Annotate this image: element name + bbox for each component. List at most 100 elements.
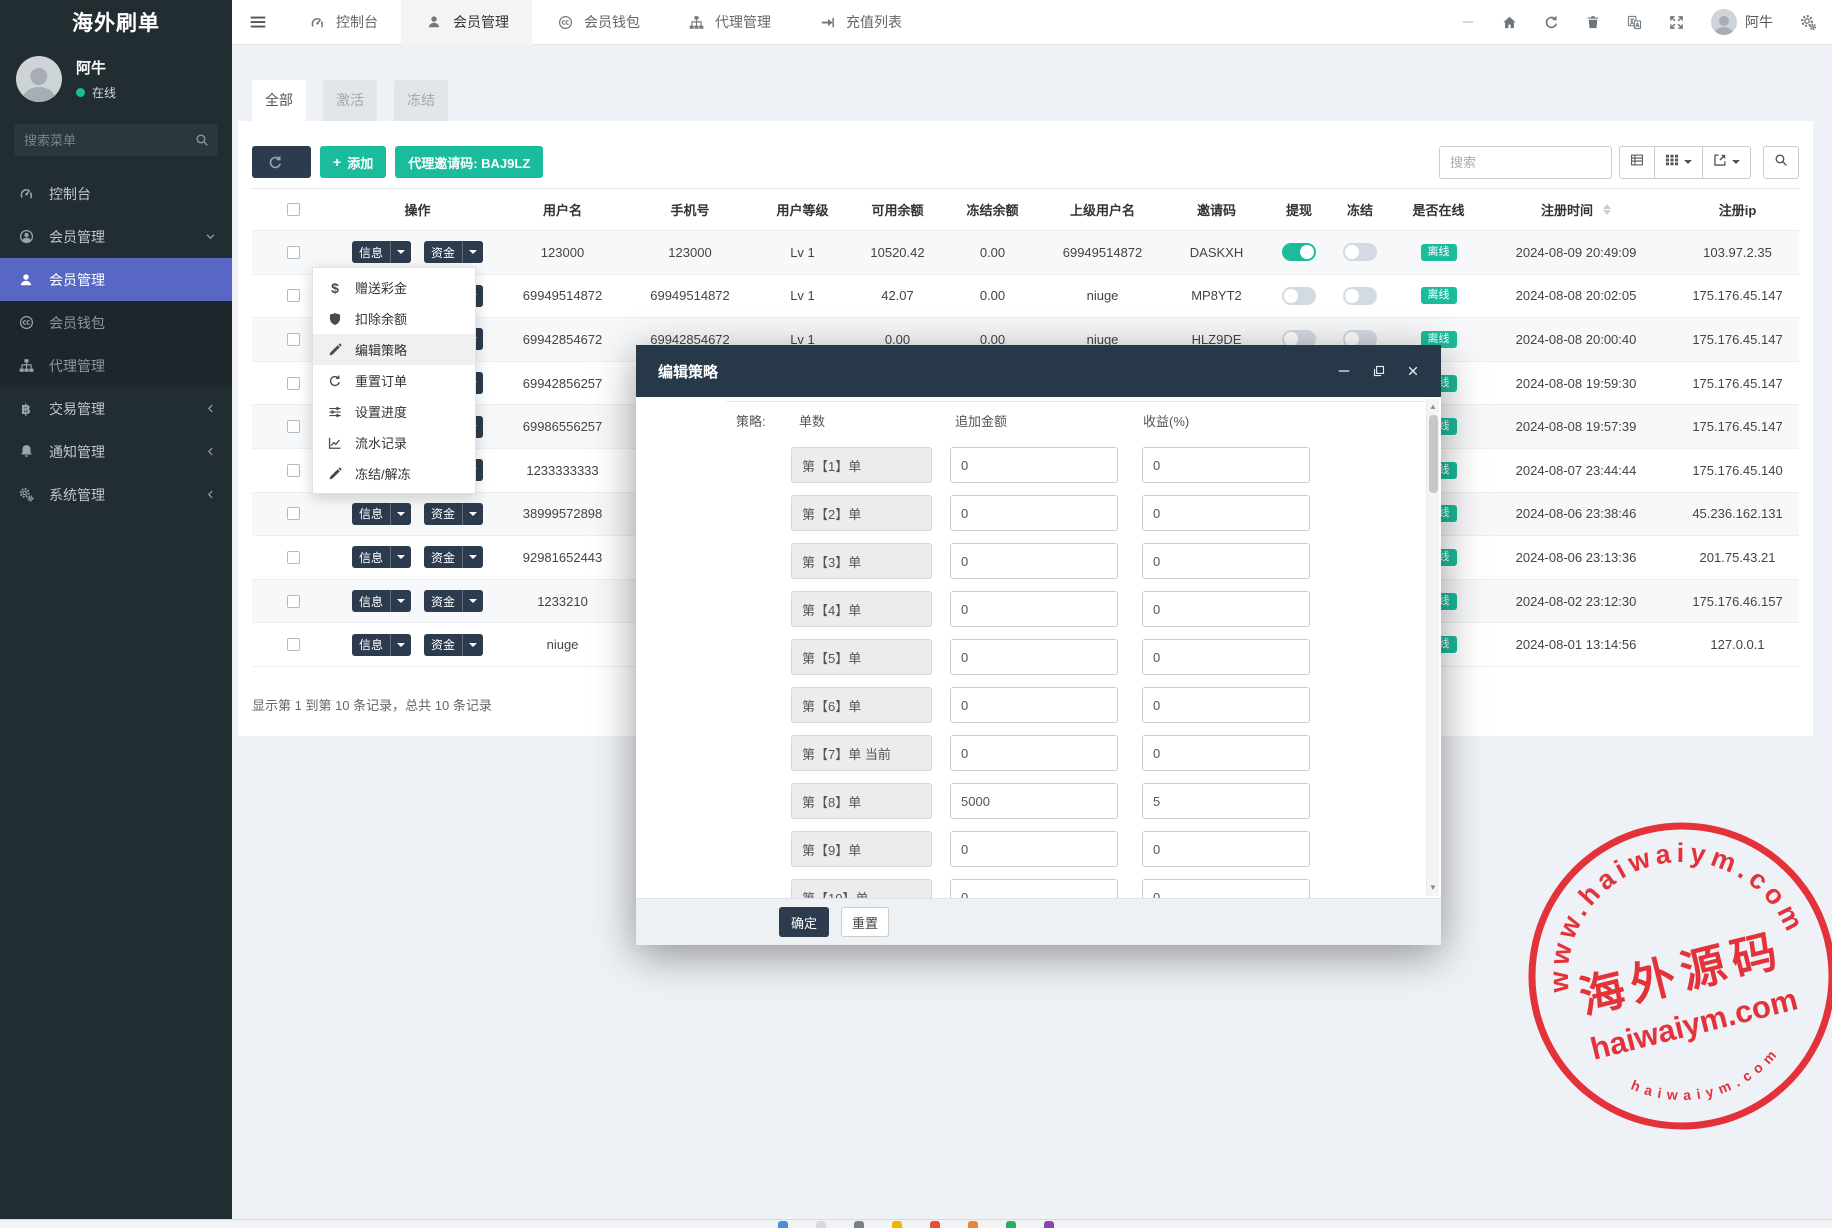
dropdown-item-5[interactable]: 流水记录 (313, 427, 475, 458)
confirm-button[interactable]: 确定 (779, 907, 829, 937)
row-checkbox[interactable] (287, 377, 300, 390)
home-icon[interactable] (1502, 15, 1517, 30)
profit-percent-input[interactable] (1142, 639, 1310, 675)
fund-button[interactable]: 资金 (424, 546, 483, 568)
columns-button[interactable] (1655, 146, 1703, 179)
close-icon[interactable] (1407, 365, 1419, 377)
dropdown-item-3[interactable]: 重置订单 (313, 365, 475, 396)
add-amount-input[interactable] (950, 879, 1118, 898)
sidebar-subitem-1[interactable]: 会员钱包 (0, 301, 232, 344)
minus-icon[interactable] (1461, 15, 1475, 29)
row-checkbox[interactable] (287, 551, 300, 564)
sort-icon[interactable] (1603, 204, 1611, 215)
profit-percent-input[interactable] (1142, 687, 1310, 723)
profit-percent-input[interactable] (1142, 831, 1310, 867)
add-amount-input[interactable] (950, 495, 1118, 531)
select-all-checkbox[interactable] (287, 203, 300, 216)
sidebar-item-0[interactable]: 控制台 (0, 172, 232, 215)
info-button[interactable]: 信息 (352, 546, 411, 568)
add-amount-input[interactable] (950, 831, 1118, 867)
hamburger-menu-icon[interactable] (232, 13, 284, 31)
freeze-toggle[interactable] (1343, 243, 1377, 261)
search-submit-button[interactable] (1763, 146, 1799, 179)
topnav-item-3[interactable]: 代理管理 (663, 0, 794, 45)
expand-icon[interactable] (1669, 15, 1684, 30)
topnav-item-1[interactable]: 会员管理 (401, 0, 532, 45)
sidebar-item-2[interactable]: ฿交易管理 (0, 387, 232, 430)
row-checkbox[interactable] (287, 595, 300, 608)
add-amount-input[interactable] (950, 783, 1118, 819)
fund-button[interactable]: 资金 (424, 590, 483, 612)
add-amount-input[interactable] (950, 447, 1118, 483)
taskbar-app-icon[interactable] (854, 1221, 864, 1228)
profit-percent-input[interactable] (1142, 879, 1310, 898)
profit-percent-input[interactable] (1142, 591, 1310, 627)
taskbar-app-icon[interactable] (1044, 1221, 1054, 1228)
modal-scrollbar[interactable]: ▲ ▼ (1426, 399, 1439, 896)
row-checkbox[interactable] (287, 333, 300, 346)
taskbar-app-icon[interactable] (930, 1221, 940, 1228)
row-checkbox[interactable] (287, 638, 300, 651)
scroll-up-icon[interactable]: ▲ (1427, 401, 1439, 413)
fund-button[interactable]: 资金 (424, 503, 483, 525)
withdraw-toggle[interactable] (1282, 243, 1316, 261)
info-button[interactable]: 信息 (352, 503, 411, 525)
agent-invite-code-button[interactable]: 代理邀请码: BAJ9LZ (395, 146, 543, 178)
topbar-user-menu[interactable]: 阿牛 (1711, 9, 1773, 35)
info-button[interactable]: 信息 (352, 590, 411, 612)
scroll-down-icon[interactable]: ▼ (1427, 882, 1439, 894)
table-search-input[interactable] (1439, 146, 1612, 179)
tab-0[interactable]: 全部 (252, 80, 306, 121)
toggle-view-button[interactable] (1619, 146, 1655, 179)
dropdown-item-2[interactable]: 编辑策略 (313, 334, 475, 365)
sidebar-search-input[interactable] (14, 124, 218, 156)
fund-button[interactable]: 资金 (424, 241, 483, 263)
export-button[interactable] (1703, 146, 1751, 179)
sidebar-subitem-0[interactable]: 会员管理 (0, 258, 232, 301)
profit-percent-input[interactable] (1142, 735, 1310, 771)
info-button[interactable]: 信息 (352, 241, 411, 263)
add-amount-input[interactable] (950, 687, 1118, 723)
row-checkbox[interactable] (287, 420, 300, 433)
minimize-icon[interactable] (1337, 364, 1351, 378)
reset-button[interactable]: 重置 (841, 907, 889, 937)
profit-percent-input[interactable] (1142, 543, 1310, 579)
add-amount-input[interactable] (950, 639, 1118, 675)
sidebar-item-3[interactable]: 通知管理 (0, 430, 232, 473)
dropdown-item-6[interactable]: 冻结/解冻 (313, 458, 475, 489)
add-amount-input[interactable] (950, 543, 1118, 579)
freeze-toggle[interactable] (1343, 287, 1377, 305)
row-checkbox[interactable] (287, 464, 300, 477)
dropdown-item-4[interactable]: 设置进度 (313, 396, 475, 427)
fund-button[interactable]: 资金 (424, 634, 483, 656)
maximize-icon[interactable] (1373, 365, 1385, 377)
taskbar-app-icon[interactable] (1006, 1221, 1016, 1228)
taskbar-app-icon[interactable] (892, 1221, 902, 1228)
info-button[interactable]: 信息 (352, 634, 411, 656)
add-amount-input[interactable] (950, 591, 1118, 627)
translate-icon[interactable] (1627, 15, 1642, 30)
add-button[interactable]: +添加 (320, 146, 386, 178)
profit-percent-input[interactable] (1142, 495, 1310, 531)
row-checkbox[interactable] (287, 289, 300, 302)
tab-2[interactable]: 冻结 (394, 80, 448, 121)
topnav-item-0[interactable]: 控制台 (284, 0, 401, 45)
sidebar-item-4[interactable]: 系统管理 (0, 473, 232, 516)
taskbar-app-icon[interactable] (816, 1221, 826, 1228)
row-checkbox[interactable] (287, 246, 300, 259)
sidebar-item-1[interactable]: 会员管理 (0, 215, 232, 258)
dropdown-item-0[interactable]: $赠送彩金 (313, 272, 475, 303)
row-checkbox[interactable] (287, 507, 300, 520)
add-amount-input[interactable] (950, 735, 1118, 771)
profit-percent-input[interactable] (1142, 447, 1310, 483)
scrollbar-thumb[interactable] (1429, 415, 1438, 493)
topnav-item-4[interactable]: 充值列表 (794, 0, 925, 45)
gear-icon[interactable] (1800, 14, 1816, 30)
profit-percent-input[interactable] (1142, 783, 1310, 819)
tab-1[interactable]: 激活 (323, 80, 377, 121)
taskbar-app-icon[interactable] (968, 1221, 978, 1228)
dropdown-item-1[interactable]: 扣除余额 (313, 303, 475, 334)
modal-header[interactable]: 编辑策略 (636, 345, 1441, 397)
taskbar-app-icon[interactable] (778, 1221, 788, 1228)
refresh-button[interactable] (252, 146, 311, 178)
